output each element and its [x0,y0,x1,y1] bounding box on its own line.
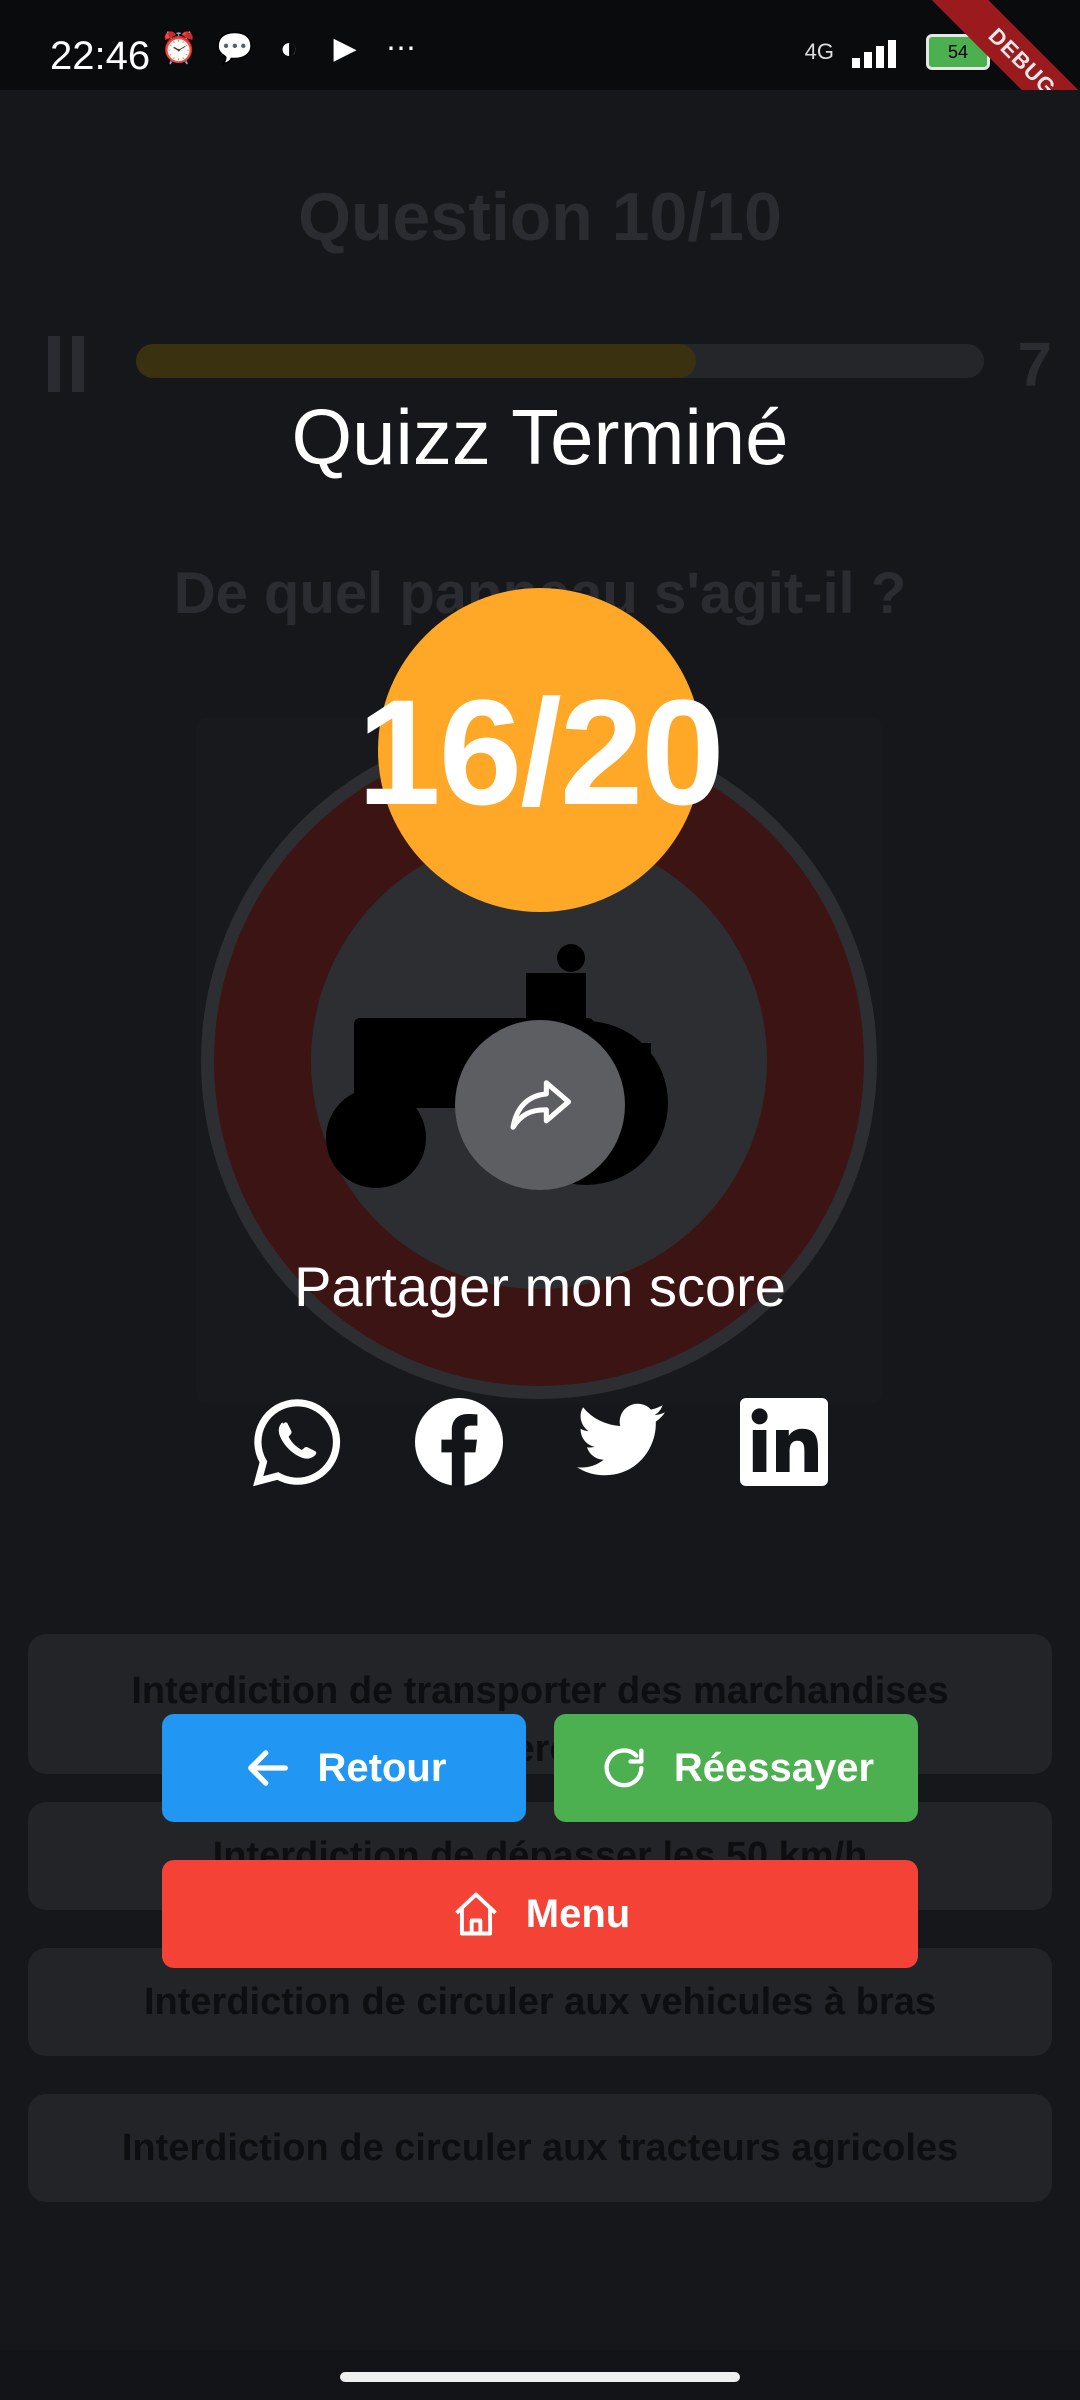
share-label: Partager mon score [294,1255,786,1318]
retry-button[interactable]: Réessayer [554,1714,918,1822]
youtube-icon: ▶ [333,32,357,65]
status-notification-icons: ⏰ 💬 ◐ ▶ ⋯ [160,32,418,66]
twitter-icon[interactable] [573,1394,669,1490]
status-bar: 22:46 ⏰ 💬 ◐ ▶ ⋯ 4G 54 DEBUG [0,0,1080,161]
signal-icon [852,40,896,68]
more-icon: ⋯ [386,32,416,65]
back-button[interactable]: Retour [162,1714,526,1822]
arrow-left-icon [247,1750,288,1786]
network-label: 4G [804,39,834,64]
app-icon: ◐ [279,32,299,65]
home-icon [454,1892,497,1936]
whatsapp-icon[interactable] [249,1394,345,1490]
quiz-finished-title: Quizz Terminé [291,393,789,481]
retry-button-label: Réessayer [673,1745,875,1790]
score-value: 16/20 [357,668,724,836]
alarm-icon: ⏰ [160,32,198,65]
share-icon [510,1080,572,1130]
share-button[interactable] [455,1020,625,1190]
menu-button[interactable]: Menu [162,1860,918,1968]
linkedin-icon[interactable] [736,1394,832,1490]
answer-option: Interdiction de circuler aux tracteurs a… [28,2094,1052,2202]
chat-icon: 💬 [216,32,254,65]
progress-bar [136,344,984,378]
timer: 7 [1017,331,1052,400]
status-time: 22:46 [50,34,151,78]
home-indicator[interactable] [340,2372,740,2382]
status-right: 4G 54 [805,34,990,70]
back-button-label: Retour [317,1745,447,1790]
menu-button-label: Menu [525,1891,631,1936]
pause-icon [48,336,88,392]
question-header: Question 10/10 [298,179,782,255]
refresh-icon [604,1748,644,1788]
progress-fill [136,344,696,378]
facebook-icon[interactable] [411,1394,507,1490]
